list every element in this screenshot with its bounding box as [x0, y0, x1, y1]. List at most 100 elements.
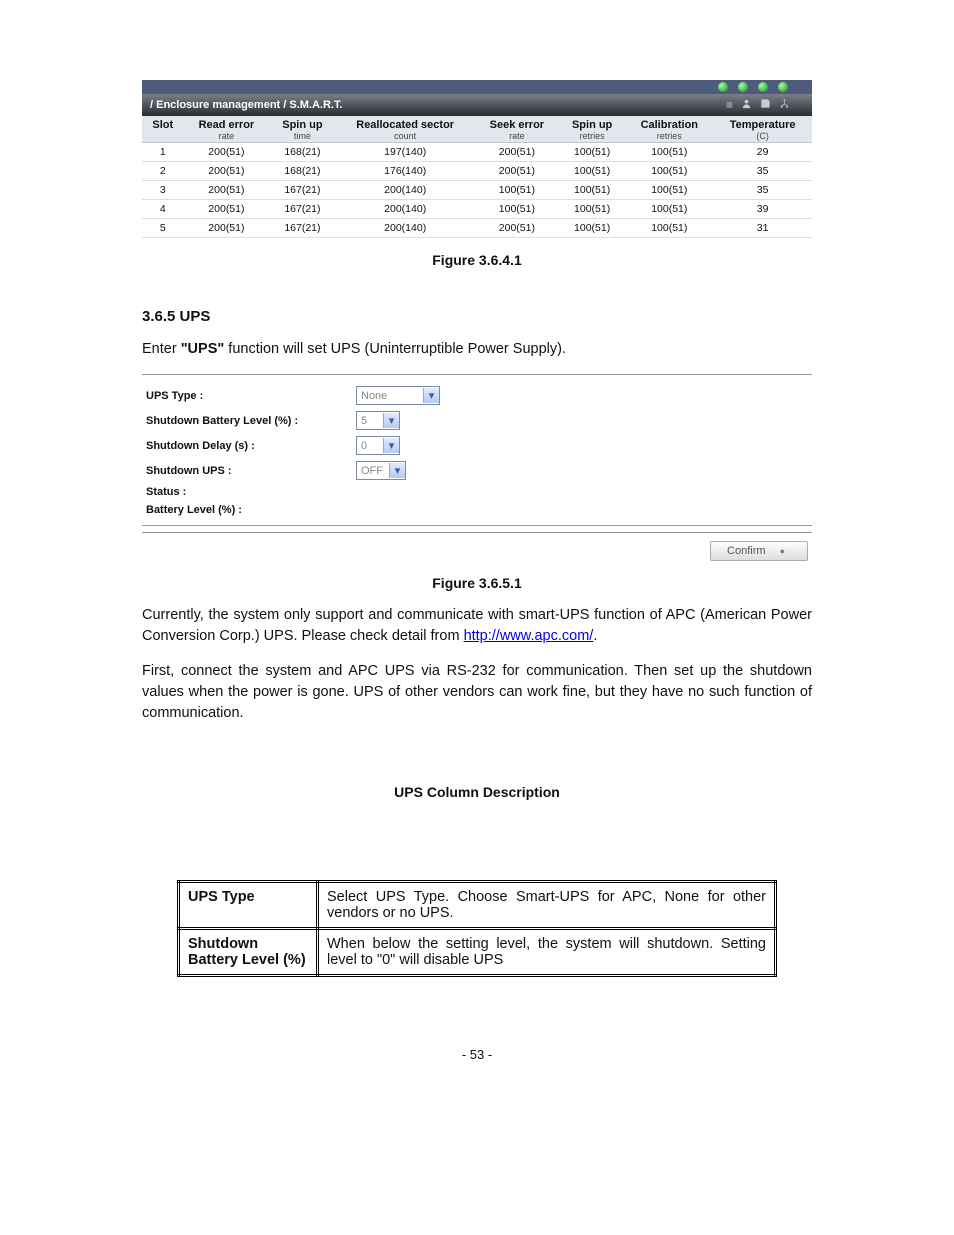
table-row: 3200(51)167(21)200(140)100(51)100(51)100…: [142, 181, 812, 200]
table-cell: 200(140): [336, 200, 475, 219]
confirm-button[interactable]: Confirm ●: [710, 541, 808, 561]
table-row: 4200(51)167(21)200(140)100(51)100(51)100…: [142, 200, 812, 219]
ups-shut-select[interactable]: OFF ▾: [356, 461, 406, 480]
status-dot: [718, 82, 728, 92]
table-row: 5200(51)167(21)200(140)200(51)100(51)100…: [142, 219, 812, 238]
section-title-ups: 3.6.5 UPS: [142, 308, 812, 325]
ups-status-label: Status :: [142, 486, 356, 498]
table-row: UPS TypeSelect UPS Type. Choose Smart-UP…: [179, 882, 776, 929]
table-cell: 168(21): [269, 162, 335, 181]
icon-tray: ≡: [718, 98, 804, 112]
apc-link[interactable]: http://www.apc.com/: [464, 628, 594, 644]
table-cell: 1: [142, 143, 184, 162]
table-cell: 35: [713, 181, 812, 200]
status-dot: [758, 82, 768, 92]
person-icon[interactable]: [741, 98, 752, 112]
table-row: Shutdown Battery Level (%)When below the…: [179, 929, 776, 976]
list-icon[interactable]: ≡: [726, 98, 733, 112]
col-temperature: Temperature: [730, 119, 796, 131]
options-table: UPS TypeSelect UPS Type. Choose Smart-UP…: [177, 880, 777, 977]
table-cell: 100(51): [559, 200, 625, 219]
table-cell: 200(51): [475, 143, 559, 162]
status-dot: [738, 82, 748, 92]
ups-batt-label: Shutdown Battery Level (%) :: [142, 415, 356, 427]
table-cell: 100(51): [625, 219, 713, 238]
breadcrumb: / Enclosure management / S.M.A.R.T.: [150, 99, 343, 111]
ups-delay-label: Shutdown Delay (s) :: [142, 440, 356, 452]
table-cell: 200(51): [184, 200, 270, 219]
status-dot: [778, 82, 788, 92]
tree-icon[interactable]: [779, 98, 790, 112]
option-value: Select UPS Type. Choose Smart-UPS for AP…: [318, 882, 776, 929]
status-dot-bar: [142, 80, 812, 94]
ups-intro: Enter "UPS" function will set UPS (Unint…: [142, 339, 812, 360]
table-cell: 167(21): [269, 200, 335, 219]
options-table-caption: UPS Column Description: [142, 784, 812, 800]
figure-caption-ups: Figure 3.6.5.1: [142, 575, 812, 591]
table-cell: 200(51): [475, 219, 559, 238]
ups-shut-label: Shutdown UPS :: [142, 465, 356, 477]
ups-batt-select[interactable]: 5 ▾: [356, 411, 400, 430]
table-row: 2200(51)168(21)176(140)200(51)100(51)100…: [142, 162, 812, 181]
ups-delay-select[interactable]: 0 ▾: [356, 436, 400, 455]
col-seek-error: Seek error: [490, 119, 544, 131]
paragraph-apc: Currently, the system only support and c…: [142, 605, 812, 647]
table-cell: 100(51): [625, 200, 713, 219]
table-cell: 35: [713, 162, 812, 181]
col-read-error: Read error: [199, 119, 255, 131]
table-cell: 168(21): [269, 143, 335, 162]
ups-level-label: Battery Level (%) :: [142, 504, 356, 516]
table-cell: 200(51): [184, 143, 270, 162]
table-cell: 200(140): [336, 181, 475, 200]
ups-type-select[interactable]: None ▾: [356, 386, 440, 405]
smart-figure: / Enclosure management / S.M.A.R.T. ≡: [142, 80, 812, 238]
table-cell: 200(140): [336, 219, 475, 238]
table-cell: 100(51): [559, 219, 625, 238]
page-number: - 53 -: [142, 1047, 812, 1062]
table-cell: 100(51): [559, 162, 625, 181]
table-cell: 197(140): [336, 143, 475, 162]
table-cell: 31: [713, 219, 812, 238]
chevron-down-icon: ▾: [423, 388, 439, 403]
table-cell: 100(51): [475, 200, 559, 219]
breadcrumb-bar: / Enclosure management / S.M.A.R.T. ≡: [142, 94, 812, 116]
chevron-down-icon: ▾: [383, 438, 399, 453]
table-cell: 100(51): [625, 181, 713, 200]
table-cell: 100(51): [475, 181, 559, 200]
bullet-icon: ●: [780, 546, 785, 556]
col-reallocated: Reallocated sector: [356, 119, 454, 131]
chevron-down-icon: ▾: [389, 463, 405, 478]
table-cell: 4: [142, 200, 184, 219]
smart-table-body: 1200(51)168(21)197(140)200(51)100(51)100…: [142, 143, 812, 238]
smart-table: Slot Read errorrate Spin uptime Realloca…: [142, 116, 812, 238]
col-spin-retries: Spin up: [572, 119, 612, 131]
paragraph-rs232: First, connect the system and APC UPS vi…: [142, 661, 812, 724]
ups-type-label: UPS Type :: [142, 390, 356, 402]
col-slot: Slot: [152, 119, 173, 131]
table-cell: 100(51): [559, 181, 625, 200]
table-cell: 167(21): [269, 181, 335, 200]
table-cell: 176(140): [336, 162, 475, 181]
ups-footer: Confirm ●: [142, 532, 812, 561]
ups-figure: UPS Type : None ▾ Shutdown Battery Level…: [142, 374, 812, 526]
table-cell: 100(51): [559, 143, 625, 162]
table-cell: 167(21): [269, 219, 335, 238]
chevron-down-icon: ▾: [383, 413, 399, 428]
table-cell: 29: [713, 143, 812, 162]
option-value: When below the setting level, the system…: [318, 929, 776, 976]
save-icon[interactable]: [760, 98, 771, 112]
table-row: 1200(51)168(21)197(140)200(51)100(51)100…: [142, 143, 812, 162]
col-calibration: Calibration: [641, 119, 698, 131]
col-spin-up: Spin up: [282, 119, 322, 131]
table-cell: 3: [142, 181, 184, 200]
smart-table-head: Slot Read errorrate Spin uptime Realloca…: [142, 116, 812, 143]
table-cell: 2: [142, 162, 184, 181]
table-cell: 200(51): [475, 162, 559, 181]
table-cell: 200(51): [184, 219, 270, 238]
option-key: Shutdown Battery Level (%): [179, 929, 318, 976]
table-cell: 5: [142, 219, 184, 238]
table-cell: 100(51): [625, 143, 713, 162]
option-key: UPS Type: [179, 882, 318, 929]
table-cell: 39: [713, 200, 812, 219]
table-cell: 100(51): [625, 162, 713, 181]
